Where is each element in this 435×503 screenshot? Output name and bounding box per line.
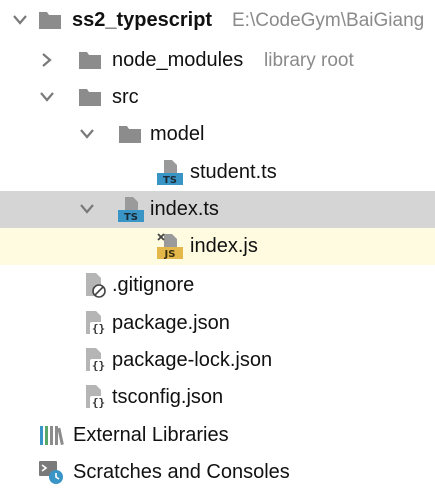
js-badge-text: JS	[164, 249, 176, 259]
src-label: src	[112, 86, 139, 108]
index-ts-label: index.ts	[150, 198, 219, 220]
json-file-icon: {}	[86, 311, 107, 335]
ts-badge-text: TS	[124, 212, 138, 222]
folder-icon	[79, 52, 101, 69]
chevron-down-icon[interactable]	[77, 124, 97, 144]
tree-row-external-libraries[interactable]: External Libraries	[0, 417, 435, 454]
project-name: ss2_typescript	[72, 9, 213, 31]
tree-row-node-modules[interactable]: node_modules library root	[0, 42, 435, 79]
tree-row-project[interactable]: ss2_typescript E:\CodeGym\BaiGiang	[0, 2, 435, 39]
typescript-file-icon: TS	[118, 197, 144, 222]
javascript-file-icon: JS	[157, 233, 183, 259]
project-tree: ss2_typescript E:\CodeGym\BaiGiang node_…	[0, 0, 435, 503]
model-label: model	[150, 123, 205, 145]
student-ts-label: student.ts	[190, 161, 277, 183]
ts-badge-text: TS	[163, 175, 177, 185]
scratches-label: Scratches and Consoles	[73, 461, 290, 483]
gitignore-label: .gitignore	[112, 274, 195, 296]
typescript-file-icon: TS	[157, 160, 183, 185]
tree-row-model[interactable]: model	[0, 116, 435, 153]
external-libraries-label: External Libraries	[73, 424, 229, 446]
tree-row-student-ts[interactable]: TS student.ts	[0, 154, 435, 191]
tree-row-package-json[interactable]: {} package.json	[0, 305, 435, 342]
node-modules-label: node_modules	[112, 49, 244, 71]
package-json-label: package.json	[112, 312, 230, 334]
svg-text:{}: {}	[92, 359, 105, 372]
scratches-icon	[39, 461, 63, 484]
tree-row-index-ts[interactable]: TS index.ts	[0, 191, 435, 228]
tree-row-gitignore[interactable]: .gitignore	[0, 267, 435, 304]
svg-text:{}: {}	[92, 396, 105, 409]
folder-icon	[79, 89, 101, 106]
tree-row-index-js[interactable]: JS index.js	[0, 228, 435, 265]
chevron-down-icon[interactable]	[37, 87, 57, 107]
folder-icon	[119, 126, 141, 143]
tree-row-package-lock-json[interactable]: {} package-lock.json	[0, 342, 435, 379]
json-file-icon: {}	[86, 348, 107, 372]
index-js-label: index.js	[190, 235, 258, 257]
json-file-icon: {}	[86, 385, 107, 409]
chevron-right-icon[interactable]	[37, 50, 57, 70]
chevron-down-icon[interactable]	[10, 10, 30, 30]
tree-row-tsconfig-json[interactable]: {} tsconfig.json	[0, 379, 435, 416]
tree-row-scratches[interactable]: Scratches and Consoles	[0, 454, 435, 491]
library-root-hint: library root	[264, 50, 354, 71]
ignored-file-icon	[86, 273, 106, 298]
tsconfig-json-label: tsconfig.json	[112, 386, 224, 408]
svg-text:{}: {}	[92, 322, 105, 335]
package-lock-json-label: package-lock.json	[112, 349, 273, 371]
chevron-down-icon[interactable]	[77, 199, 97, 219]
tree-row-src[interactable]: src	[0, 79, 435, 116]
project-path: E:\CodeGym\BaiGiang	[232, 10, 425, 31]
libraries-icon	[40, 426, 64, 446]
folder-icon	[39, 12, 61, 29]
